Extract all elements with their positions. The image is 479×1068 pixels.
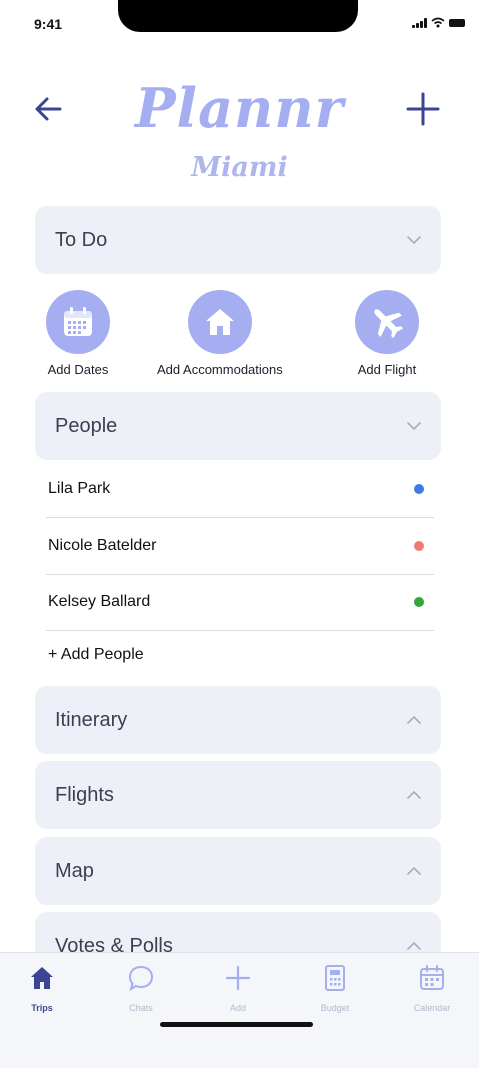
add-people-link[interactable]: + Add People xyxy=(48,646,144,664)
add-dates-label: Add Dates xyxy=(47,362,109,377)
add-dates-button[interactable]: Add Dates xyxy=(46,290,110,377)
tab-calendar-label: Calendar xyxy=(413,1003,451,1013)
trip-city: Miami xyxy=(191,152,288,183)
add-flight-label: Add Flight xyxy=(357,362,417,377)
calculator-icon xyxy=(320,963,350,993)
section-map[interactable]: Map xyxy=(35,837,441,905)
tab-budget-label: Budget xyxy=(320,1003,350,1013)
person-name: Nicole Batelder xyxy=(48,537,157,554)
device-notch xyxy=(118,0,358,32)
trip-screen: 9:41 Plannr Miami To Do Add Dates Add Ac… xyxy=(0,0,479,1068)
home-indicator[interactable] xyxy=(160,1022,313,1027)
wifi-icon xyxy=(431,17,445,28)
person-row[interactable]: Kelsey Ballard xyxy=(46,574,434,631)
tab-chats[interactable]: Chats xyxy=(111,963,171,1013)
chevron-down-icon xyxy=(407,236,421,245)
chevron-up-icon xyxy=(407,866,421,875)
tab-budget[interactable]: Budget xyxy=(305,963,365,1013)
person-color-dot xyxy=(414,541,424,551)
plus-icon xyxy=(223,963,253,993)
plus-icon xyxy=(406,92,440,125)
calendar-icon xyxy=(417,963,447,993)
calendar-icon xyxy=(46,290,110,354)
person-color-dot xyxy=(414,484,424,494)
status-icons xyxy=(412,17,465,28)
section-people[interactable]: People xyxy=(35,392,441,460)
section-people-label: People xyxy=(55,414,118,437)
signal-icon xyxy=(412,17,427,28)
person-color-dot xyxy=(414,597,424,607)
tab-trips-label: Trips xyxy=(31,1003,53,1013)
section-todo-label: To Do xyxy=(55,228,108,251)
tab-trips[interactable]: Trips xyxy=(12,963,72,1013)
section-flights-label: Flights xyxy=(55,783,114,806)
section-itinerary-label: Itinerary xyxy=(55,708,128,731)
section-map-label: Map xyxy=(55,859,94,882)
chevron-up-icon xyxy=(407,790,421,799)
airplane-icon xyxy=(355,290,419,354)
tab-add[interactable]: Add xyxy=(208,963,268,1013)
add-trip-button[interactable] xyxy=(403,90,443,130)
person-row[interactable]: Lila Park xyxy=(46,461,434,518)
section-flights[interactable]: Flights xyxy=(35,761,441,829)
bottom-tab-bar: Trips Chats Add Budget Calendar xyxy=(0,952,479,1068)
chevron-up-icon xyxy=(407,715,421,724)
add-flight-button[interactable]: Add Flight xyxy=(355,290,419,377)
chat-bubble-icon xyxy=(126,963,156,993)
person-name: Kelsey Ballard xyxy=(48,593,151,610)
status-time: 9:41 xyxy=(34,16,63,32)
battery-icon xyxy=(449,18,465,27)
person-row[interactable]: Nicole Batelder xyxy=(46,518,434,575)
tab-chats-label: Chats xyxy=(129,1003,153,1013)
house-icon xyxy=(27,963,57,993)
section-todo[interactable]: To Do xyxy=(35,206,441,274)
section-itinerary[interactable]: Itinerary xyxy=(35,686,441,754)
tab-calendar[interactable]: Calendar xyxy=(402,963,462,1013)
person-name: Lila Park xyxy=(48,480,111,497)
tab-add-label: Add xyxy=(229,1003,246,1013)
add-accommodations-label: Add Accommodations xyxy=(157,362,283,377)
add-accommodations-button[interactable]: Add Accommodations xyxy=(157,290,283,377)
chevron-down-icon xyxy=(407,422,421,431)
house-icon xyxy=(187,290,252,354)
